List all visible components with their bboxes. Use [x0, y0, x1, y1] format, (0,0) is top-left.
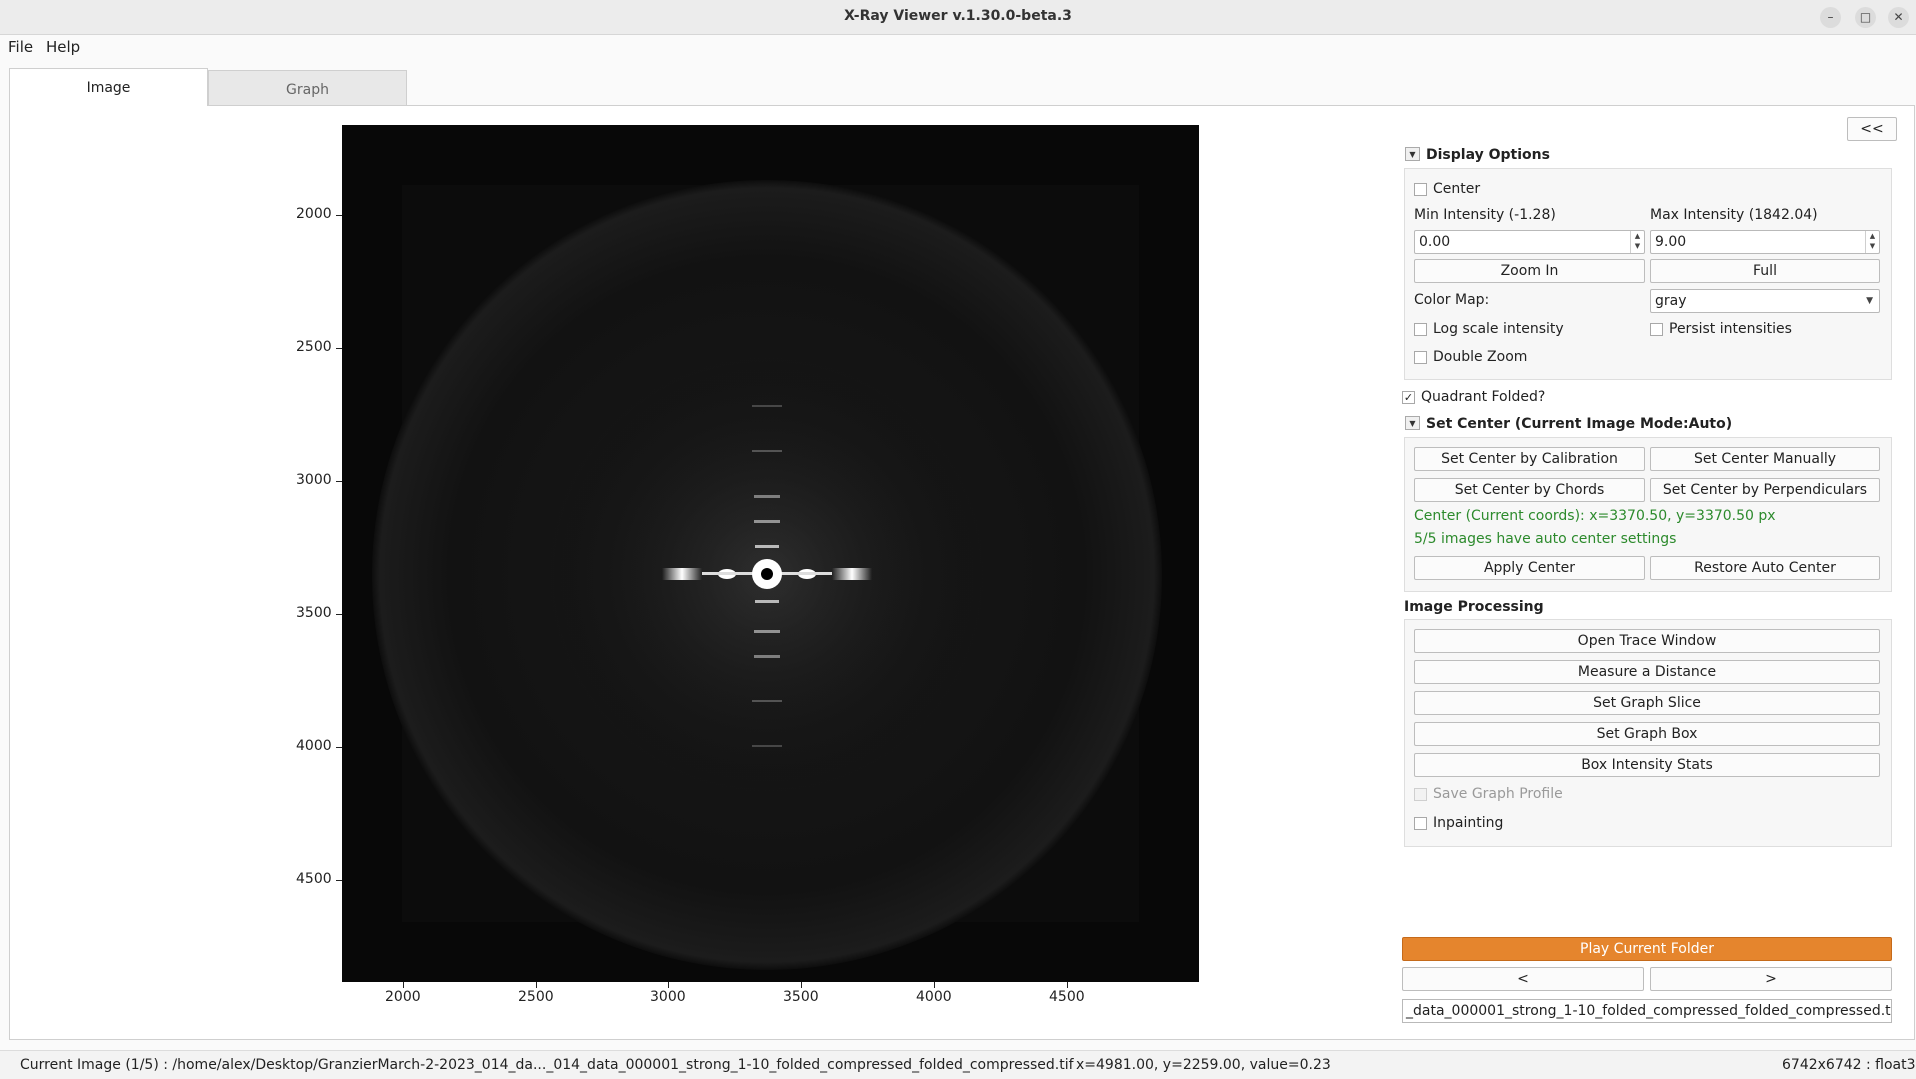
- apply-center-button[interactable]: Apply Center: [1414, 556, 1645, 580]
- set-center-chords-button[interactable]: Set Center by Chords: [1414, 478, 1645, 502]
- auto-center-info: 5/5 images have auto center settings: [1414, 531, 1677, 547]
- maximize-button[interactable]: □: [1855, 7, 1876, 28]
- xray-image[interactable]: [342, 125, 1199, 982]
- tab-image[interactable]: Image: [9, 68, 208, 106]
- open-trace-window-button[interactable]: Open Trace Window: [1414, 629, 1880, 653]
- measure-distance-button[interactable]: Measure a Distance: [1414, 660, 1880, 684]
- inpainting-checkbox[interactable]: [1414, 817, 1427, 830]
- chevron-down-icon: ▼: [1866, 296, 1873, 306]
- x-tick-label: 4000: [916, 989, 952, 1005]
- set-graph-slice-button[interactable]: Set Graph Slice: [1414, 691, 1880, 715]
- menu-bar: File Help: [0, 35, 1916, 60]
- set-graph-box-button[interactable]: Set Graph Box: [1414, 722, 1880, 746]
- previous-image-button[interactable]: <: [1402, 967, 1644, 991]
- beam-stop: [761, 568, 773, 580]
- filename-field[interactable]: _data_000001_strong_1-10_folded_compress…: [1402, 999, 1892, 1023]
- cursor-coords-status: x=4981.00, y=2259.00, value=0.23: [1076, 1057, 1331, 1073]
- current-image-status: Current Image (1/5) : /home/alex/Desktop…: [20, 1057, 1074, 1073]
- x-tick-mark: [536, 982, 537, 988]
- x-tick-mark: [934, 982, 935, 988]
- save-graph-profile-label: Save Graph Profile: [1433, 786, 1563, 802]
- tab-graph[interactable]: Graph: [208, 70, 407, 106]
- quadrant-folded-label: Quadrant Folded?: [1421, 389, 1546, 405]
- set-center-calibration-button[interactable]: Set Center by Calibration: [1414, 447, 1645, 471]
- zoom-in-button[interactable]: Zoom In: [1414, 259, 1645, 283]
- y-tick-mark: [336, 614, 342, 615]
- double-zoom-label: Double Zoom: [1433, 349, 1528, 365]
- max-intensity-input[interactable]: 9.00 ▲ ▼: [1650, 230, 1880, 254]
- x-tick-label: 2500: [518, 989, 554, 1005]
- set-center-manually-button[interactable]: Set Center Manually: [1650, 447, 1880, 471]
- y-tick-mark: [336, 348, 342, 349]
- double-zoom-checkbox[interactable]: [1414, 351, 1427, 364]
- window-title: X-Ray Viewer v.1.30.0-beta.3: [844, 8, 1072, 24]
- x-tick-mark: [668, 982, 669, 988]
- center-coords-info: Center (Current coords): x=3370.50, y=33…: [1414, 508, 1776, 524]
- y-tick-mark: [336, 215, 342, 216]
- y-tick-mark: [336, 880, 342, 881]
- set-center-title: Set Center (Current Image Mode:Auto): [1426, 416, 1733, 432]
- next-image-button[interactable]: >: [1650, 967, 1892, 991]
- image-processing-title: Image Processing: [1404, 599, 1544, 615]
- box-intensity-stats-button[interactable]: Box Intensity Stats: [1414, 753, 1880, 777]
- image-dims-status: 6742x6742 : float32: [1782, 1057, 1916, 1073]
- menu-help[interactable]: Help: [46, 38, 80, 56]
- color-map-select[interactable]: gray ▼: [1650, 289, 1880, 313]
- spin-arrows-icon[interactable]: ▲ ▼: [1630, 231, 1644, 253]
- y-tick-label: 4500: [296, 871, 332, 887]
- y-tick-label: 4000: [296, 738, 332, 754]
- x-tick-mark: [801, 982, 802, 988]
- set-center-perpendiculars-button[interactable]: Set Center by Perpendiculars: [1650, 478, 1880, 502]
- y-tick-label: 2000: [296, 206, 332, 222]
- menu-file[interactable]: File: [8, 38, 33, 56]
- close-button[interactable]: ✕: [1888, 7, 1909, 28]
- x-tick-label: 4500: [1049, 989, 1085, 1005]
- log-scale-label: Log scale intensity: [1433, 321, 1564, 337]
- status-bar: Current Image (1/5) : /home/alex/Desktop…: [0, 1050, 1916, 1079]
- y-tick-label: 2500: [296, 339, 332, 355]
- save-graph-profile-checkbox[interactable]: [1414, 788, 1427, 801]
- quadrant-folded-checkbox[interactable]: ✓: [1402, 391, 1415, 404]
- full-button[interactable]: Full: [1650, 259, 1880, 283]
- x-tick-mark: [403, 982, 404, 988]
- y-tick-mark: [336, 481, 342, 482]
- inpainting-label: Inpainting: [1433, 815, 1504, 831]
- min-intensity-label: Min Intensity (-1.28): [1414, 207, 1556, 223]
- center-label: Center: [1433, 181, 1481, 197]
- x-tick-label: 3500: [783, 989, 819, 1005]
- collapse-panel-button[interactable]: <<: [1847, 117, 1897, 141]
- min-intensity-input[interactable]: 0.00 ▲ ▼: [1414, 230, 1645, 254]
- y-tick-label: 3500: [296, 605, 332, 621]
- log-scale-checkbox[interactable]: [1414, 323, 1427, 336]
- minimize-button[interactable]: –: [1820, 7, 1841, 28]
- x-tick-label: 3000: [650, 989, 686, 1005]
- display-options-toggle-icon[interactable]: ▼: [1405, 147, 1420, 161]
- display-options-title: Display Options: [1426, 147, 1550, 163]
- y-tick-mark: [336, 747, 342, 748]
- y-tick-label: 3000: [296, 472, 332, 488]
- persist-intensities-label: Persist intensities: [1669, 321, 1792, 337]
- x-tick-mark: [1067, 982, 1068, 988]
- set-center-toggle-icon[interactable]: ▼: [1405, 416, 1420, 430]
- center-checkbox[interactable]: [1414, 183, 1427, 196]
- play-current-folder-button[interactable]: Play Current Folder: [1402, 937, 1892, 961]
- x-tick-label: 2000: [385, 989, 421, 1005]
- spin-arrows-icon[interactable]: ▲ ▼: [1865, 231, 1879, 253]
- title-bar: X-Ray Viewer v.1.30.0-beta.3 – □ ✕: [0, 0, 1916, 35]
- persist-intensities-checkbox[interactable]: [1650, 323, 1663, 336]
- restore-auto-center-button[interactable]: Restore Auto Center: [1650, 556, 1880, 580]
- color-map-label: Color Map:: [1414, 292, 1490, 308]
- max-intensity-label: Max Intensity (1842.04): [1650, 207, 1818, 223]
